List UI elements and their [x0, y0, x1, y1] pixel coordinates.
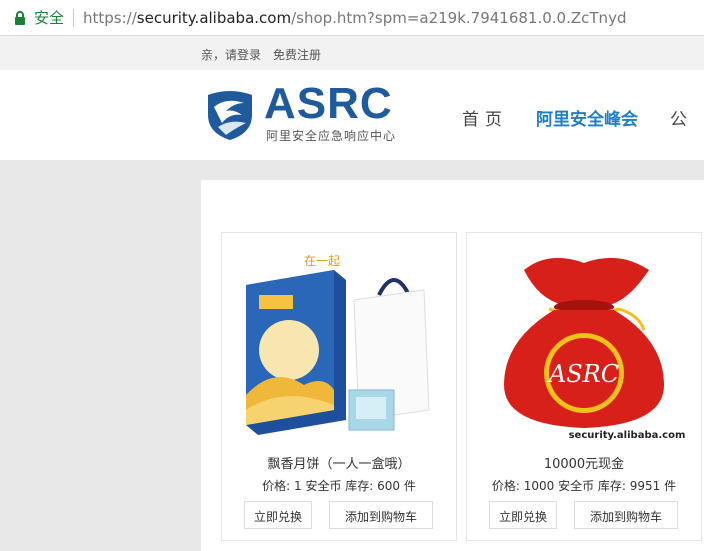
redeem-button[interactable]: 立即兑换	[489, 501, 557, 529]
register-link[interactable]: 免费注册	[273, 46, 321, 63]
product-price: 价格: 1000 安全币 库存: 9951 件	[491, 479, 677, 493]
divider	[73, 8, 75, 27]
nav-security-summit[interactable]: 阿里安全峰会	[536, 105, 638, 130]
login-link[interactable]: 亲，请登录	[201, 46, 261, 63]
shop-content: 在一起 飘香月饼（一人一盒哦） 价格: 1 安全币 库存: 600 件 立即兑换…	[201, 180, 704, 551]
url-host: security.alibaba.com	[136, 8, 292, 27]
asrc-shield-logo-icon[interactable]	[204, 89, 256, 141]
url-text[interactable]: https://security.alibaba.com/shop.htm?sp…	[83, 9, 626, 27]
top-bar: 亲，请登录 免费注册	[0, 36, 704, 70]
mooncake-box-image[interactable]: 在一起	[234, 245, 444, 445]
lock-icon	[15, 10, 25, 25]
money-bag-image[interactable]: ASRC security.alibaba.com	[479, 245, 689, 445]
product-price: 价格: 1 安全币 库存: 600 件	[262, 479, 416, 493]
site-header: ASRC 阿里安全应急响应中心 首页 阿里安全峰会 公	[0, 70, 704, 160]
nav-home[interactable]: 首页	[462, 105, 508, 130]
logo-subtitle: 阿里安全应急响应中心	[266, 129, 397, 143]
bag-image-caption: security.alibaba.com	[569, 430, 686, 441]
url-scheme: https://	[83, 8, 137, 27]
bag-emblem-text: ASRC	[547, 360, 619, 388]
product-title: 10000元现金	[543, 457, 625, 472]
product-card: 在一起 飘香月饼（一人一盒哦） 价格: 1 安全币 库存: 600 件 立即兑换…	[221, 232, 457, 541]
product-title: 飘香月饼（一人一盒哦）	[267, 457, 411, 472]
nav-notice[interactable]: 公	[670, 105, 687, 130]
product-card: ASRC security.alibaba.com 10000元现金 价格: 1…	[466, 232, 702, 541]
add-to-cart-button[interactable]: 添加到购物车	[574, 501, 678, 529]
address-bar[interactable]: 安全 https://security.alibaba.com/shop.htm…	[0, 0, 704, 36]
logo-text[interactable]: ASRC	[264, 80, 393, 128]
svg-text:在一起: 在一起	[304, 254, 340, 268]
add-to-cart-button[interactable]: 添加到购物车	[329, 501, 433, 529]
secure-label: 安全	[34, 9, 65, 27]
url-path: /shop.htm?spm=a219k.7941681.0.0.ZcTnyd	[291, 8, 627, 27]
redeem-button[interactable]: 立即兑换	[244, 501, 312, 529]
